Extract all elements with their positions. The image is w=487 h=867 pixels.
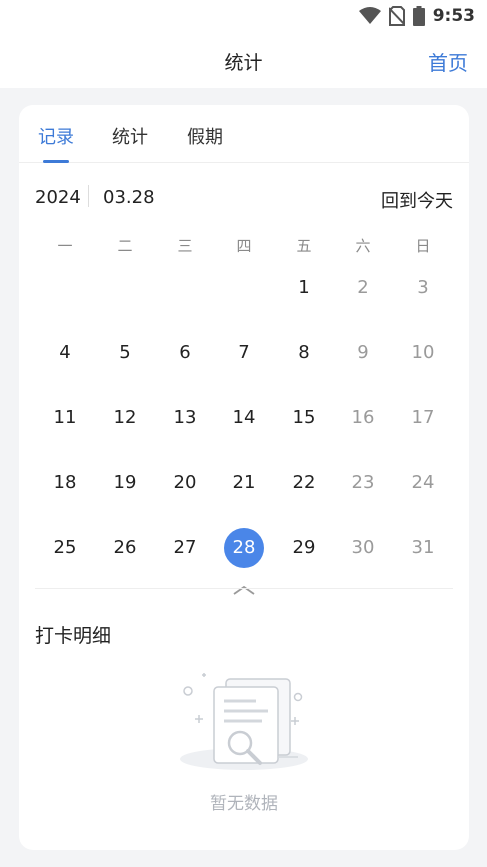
calendar-day[interactable]: 2 [343,268,383,308]
calendar-day[interactable]: 14 [224,398,264,438]
year-label[interactable]: 2024 [35,187,81,208]
calendar-day[interactable]: 9 [343,333,383,373]
calendar-day[interactable]: 16 [343,398,383,438]
no-sim-icon [388,6,405,26]
calendar-day[interactable]: 25 [45,528,85,568]
section-divider [35,588,453,589]
calendar-day[interactable]: 31 [403,528,443,568]
main-card: 记录 统计 假期 2024 03.28 回到今天 一 二 三 四 五 六 日 1… [19,105,469,850]
tab-statistics[interactable]: 统计 [112,123,148,149]
calendar-day[interactable]: 23 [343,463,383,503]
calendar-day[interactable]: 1 [284,268,324,308]
active-tab-indicator [43,160,69,163]
weekday-label: 二 [117,237,133,255]
battery-icon [412,6,425,26]
calendar-day[interactable]: 18 [45,463,85,503]
calendar-day[interactable]: 10 [403,333,443,373]
calendar-day[interactable]: 22 [284,463,324,503]
tab-bar: 记录 统计 假期 [19,105,469,163]
weekday-label: 五 [296,237,312,255]
calendar-day[interactable]: 20 [165,463,205,503]
weekday-label: 六 [355,237,371,255]
status-icons: 9:53 [358,5,475,27]
calendar-day[interactable]: 4 [45,333,85,373]
chevron-up-icon[interactable] [233,585,255,595]
weekday-header: 一 二 三 四 五 六 日 [19,235,469,255]
calendar-day[interactable]: 13 [165,398,205,438]
calendar-day[interactable]: 29 [284,528,324,568]
home-link[interactable]: 首页 [428,47,468,76]
calendar-day[interactable]: 26 [105,528,145,568]
nav-bar: 统计 首页 [0,32,487,88]
weekday-label: 日 [415,237,431,255]
calendar-day[interactable]: 12 [105,398,145,438]
status-bar: 9:53 [0,0,487,32]
tab-holidays[interactable]: 假期 [187,123,223,149]
date-separator [88,185,89,207]
calendar-day[interactable]: 19 [105,463,145,503]
calendar-day[interactable]: 11 [45,398,85,438]
detail-title: 打卡明细 [35,625,112,647]
status-time: 9:53 [432,6,475,26]
page-title: 统计 [224,52,263,74]
empty-state-text: 暂无数据 [210,794,278,814]
calendar-day[interactable]: 15 [284,398,324,438]
calendar-day[interactable]: 7 [224,333,264,373]
wifi-icon [358,7,381,24]
back-to-today-button[interactable]: 回到今天 [381,187,453,213]
calendar-day[interactable]: 21 [224,463,264,503]
calendar-day[interactable]: 3 [403,268,443,308]
tab-records[interactable]: 记录 [38,123,74,149]
month-day-label[interactable]: 03.28 [103,187,155,208]
calendar-day-selected[interactable]: 28 [224,528,264,568]
calendar-day[interactable]: 24 [403,463,443,503]
weekday-label: 四 [236,237,252,255]
calendar-day[interactable]: 17 [403,398,443,438]
empty-state-illustration [180,673,308,770]
calendar-day[interactable]: 30 [343,528,383,568]
calendar-day[interactable]: 27 [165,528,205,568]
calendar-day[interactable]: 8 [284,333,324,373]
date-header: 2024 03.28 回到今天 [19,183,469,213]
weekday-label: 一 [57,237,73,255]
weekday-label: 三 [177,237,193,255]
calendar-day[interactable]: 6 [165,333,205,373]
calendar-day[interactable]: 5 [105,333,145,373]
